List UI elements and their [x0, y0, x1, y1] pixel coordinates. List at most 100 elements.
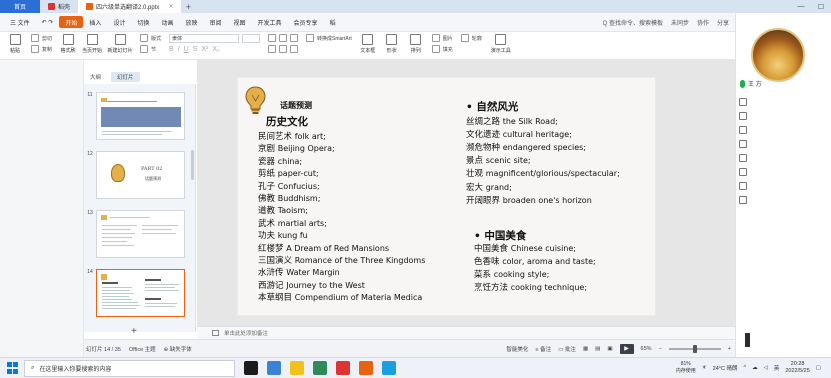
- tab-document[interactable]: 四六级单选翻译2.0.pptx ✕: [78, 0, 182, 13]
- align-right-icon[interactable]: [290, 45, 299, 53]
- menu-review[interactable]: 审阅: [204, 13, 228, 32]
- slide-thumbnail[interactable]: [96, 210, 185, 258]
- menu-design[interactable]: 设计: [107, 13, 131, 32]
- side-tool-icon[interactable]: [739, 112, 747, 120]
- tab-outline[interactable]: 大纲: [84, 72, 107, 82]
- side-tool-icon[interactable]: [739, 98, 747, 106]
- side-tool-icon[interactable]: [739, 168, 747, 176]
- zoom-out-icon[interactable]: −: [659, 346, 662, 352]
- notes-pane[interactable]: 单击此处添加备注: [197, 326, 735, 339]
- weather-icon[interactable]: ☀: [702, 365, 707, 371]
- volume-icon[interactable]: ◁: [764, 365, 768, 371]
- wps-presentation-icon[interactable]: [359, 361, 373, 375]
- zoom-in-icon[interactable]: +: [728, 346, 731, 352]
- shape-button[interactable]: 形状: [381, 34, 403, 54]
- cut-button[interactable]: 剪切: [31, 34, 52, 42]
- tray-arrow-icon[interactable]: ^: [743, 365, 746, 371]
- presentation-tool-button[interactable]: 演示工具: [487, 34, 515, 54]
- menu-devtools[interactable]: 开发工具: [252, 13, 288, 32]
- weather-text[interactable]: 24°C 晴朗: [713, 364, 738, 372]
- paste-button[interactable]: 粘贴: [4, 34, 26, 54]
- play-from-current-button[interactable]: 当页开始: [81, 34, 103, 54]
- slide-thumbnail[interactable]: PART 02 话题预测: [96, 151, 185, 199]
- underline-icon[interactable]: U: [184, 46, 189, 53]
- tab-docer[interactable]: 稻壳: [40, 0, 78, 13]
- add-slide-icon[interactable]: +: [131, 326, 137, 337]
- normal-view-icon[interactable]: ▦: [583, 346, 588, 352]
- menu-insert[interactable]: 插入: [83, 13, 107, 32]
- windows-start-icon[interactable]: [5, 362, 19, 374]
- textbox-button[interactable]: 文本框: [357, 34, 379, 54]
- align-center-icon[interactable]: [279, 45, 288, 53]
- zoom-slider[interactable]: [668, 344, 721, 353]
- font-size-select[interactable]: [242, 34, 261, 43]
- bold-icon[interactable]: B: [169, 46, 174, 53]
- notes-toggle-button[interactable]: ≡ 备注: [535, 345, 551, 353]
- side-tool-icon[interactable]: [739, 154, 747, 162]
- arrange-button[interactable]: 排列: [405, 34, 427, 54]
- app-icon[interactable]: [382, 361, 396, 375]
- task-view-icon[interactable]: [244, 361, 258, 375]
- app-icon[interactable]: [313, 361, 327, 375]
- menu-file[interactable]: 三 文件: [4, 13, 36, 32]
- close-tab-icon[interactable]: ✕: [168, 3, 173, 10]
- numbered-list-icon[interactable]: [279, 34, 288, 42]
- slide-thumbnail[interactable]: [96, 92, 185, 140]
- subscript-icon[interactable]: X₂: [212, 46, 219, 53]
- zoom-level[interactable]: 65%: [641, 346, 652, 352]
- wps-icon[interactable]: [336, 361, 350, 375]
- smart-beautify-button[interactable]: 智能美化: [506, 345, 528, 353]
- share-button[interactable]: 分享: [717, 18, 729, 27]
- comments-toggle-button[interactable]: ▭ 批注: [558, 345, 576, 353]
- clock[interactable]: 20:28 2022/5/25: [785, 361, 809, 375]
- side-tool-icon[interactable]: [739, 140, 747, 148]
- slideshow-play-icon[interactable]: ▶: [619, 343, 634, 354]
- microphone-icon[interactable]: [740, 79, 745, 88]
- format-painter-button[interactable]: 格式刷: [57, 34, 79, 54]
- slide-thumb-row[interactable]: 11: [84, 92, 185, 140]
- window-edge-handle[interactable]: [745, 333, 750, 347]
- italic-icon[interactable]: I: [178, 46, 180, 53]
- ime-indicator[interactable]: 英: [774, 364, 780, 372]
- picture-button[interactable]: 图片: [431, 34, 453, 42]
- maximize-icon[interactable]: ☐: [811, 0, 831, 13]
- side-tool-icon[interactable]: [739, 182, 747, 190]
- search-command-input[interactable]: Q 查找命令、搜索模板: [603, 18, 663, 27]
- section-button[interactable]: 节: [140, 45, 161, 53]
- collab-button[interactable]: 协作: [697, 18, 709, 27]
- browser-icon[interactable]: [267, 361, 281, 375]
- reading-view-icon[interactable]: ▣: [607, 346, 612, 352]
- outline-button[interactable]: 轮廓: [460, 34, 482, 42]
- new-tab-button[interactable]: +: [181, 0, 195, 13]
- network-icon[interactable]: ☁: [752, 365, 758, 371]
- menu-undo-redo[interactable]: ↶ ↷: [36, 13, 60, 32]
- side-tool-icon[interactable]: [739, 126, 747, 134]
- thumbnail-scrollbar[interactable]: [191, 150, 194, 180]
- menu-slideshow[interactable]: 放映: [179, 13, 203, 32]
- strike-icon[interactable]: S: [193, 46, 198, 53]
- indent-icon[interactable]: [290, 34, 299, 42]
- slide-thumb-row[interactable]: 13: [84, 210, 185, 258]
- tab-home[interactable]: 首页: [0, 0, 40, 13]
- file-explorer-icon[interactable]: [290, 361, 304, 375]
- notification-icon[interactable]: ▢: [816, 365, 821, 371]
- new-slide-button[interactable]: 新建幻灯片: [105, 34, 135, 54]
- menu-transition[interactable]: 切换: [131, 13, 155, 32]
- slide-thumb-row-selected[interactable]: 14: [84, 269, 185, 317]
- minimize-icon[interactable]: —: [791, 0, 811, 13]
- menu-animation[interactable]: 动画: [155, 13, 179, 32]
- taskbar-search-box[interactable]: ⌕ 在这里输入你要搜索的内容: [24, 359, 235, 377]
- fill-button[interactable]: 填充: [431, 45, 453, 53]
- menu-view[interactable]: 视图: [228, 13, 252, 32]
- layout-button[interactable]: 版式: [140, 34, 161, 42]
- convert-smartart-button[interactable]: 转换成SmartArt: [306, 34, 352, 42]
- tab-slides[interactable]: 幻灯片: [111, 72, 140, 82]
- theme-name[interactable]: Office 主题: [129, 345, 156, 353]
- align-left-icon[interactable]: [268, 45, 277, 53]
- sorter-view-icon[interactable]: ▤: [595, 346, 600, 352]
- copy-button[interactable]: 复制: [31, 45, 52, 53]
- menu-home[interactable]: 开始: [59, 16, 84, 28]
- slide-thumb-row[interactable]: 12 PART 02 话题预测: [84, 151, 185, 199]
- slide-thumbnail-selected[interactable]: [96, 269, 185, 317]
- menu-member[interactable]: 会员专享: [288, 13, 324, 32]
